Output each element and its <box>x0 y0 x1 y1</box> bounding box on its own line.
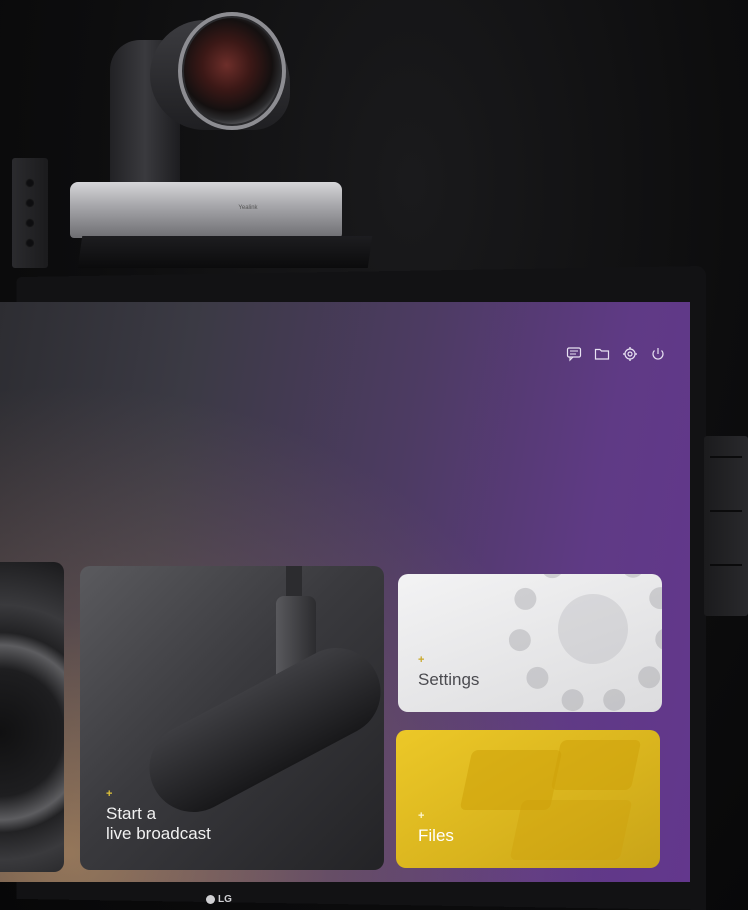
camera-plate <box>77 236 373 268</box>
wall-bracket <box>704 436 748 616</box>
folder-icon[interactable] <box>594 346 610 362</box>
plus-icon: + <box>106 788 113 800</box>
plus-icon: + <box>418 654 425 666</box>
screen: + Start a live broadcast + Settings + Fi… <box>0 302 690 882</box>
chat-icon[interactable] <box>566 346 582 362</box>
settings-label: Settings <box>418 670 480 689</box>
lg-logo-mark <box>206 895 215 904</box>
gear-hub-image <box>558 594 628 664</box>
camera-lens <box>178 12 286 130</box>
lg-logo-text: LG <box>218 894 232 905</box>
folder-image <box>550 740 642 790</box>
settings-tile[interactable]: + Settings <box>398 574 662 712</box>
broadcast-label-line2: live broadcast <box>106 824 211 843</box>
power-icon[interactable] <box>650 346 666 362</box>
start-live-broadcast-tile[interactable]: + Start a live broadcast <box>80 566 384 870</box>
camera-tile[interactable] <box>0 562 64 872</box>
plus-icon: + <box>418 810 425 822</box>
broadcast-label: Start a live broadcast <box>106 804 211 844</box>
files-tile[interactable]: + Files <box>396 730 660 868</box>
broadcast-label-line1: Start a <box>106 804 157 823</box>
camera-brand: Yealink <box>238 205 258 211</box>
scene: Yealink + Start a live broadcast + Setti… <box>0 0 748 910</box>
camera-mount <box>12 158 48 268</box>
gear-icon[interactable] <box>622 346 638 362</box>
folder-image <box>509 800 633 860</box>
files-label: Files <box>418 826 454 845</box>
microphone-image <box>133 632 384 828</box>
top-toolbar <box>566 346 666 362</box>
lg-logo: LG <box>206 894 232 905</box>
camera-base <box>70 182 342 238</box>
